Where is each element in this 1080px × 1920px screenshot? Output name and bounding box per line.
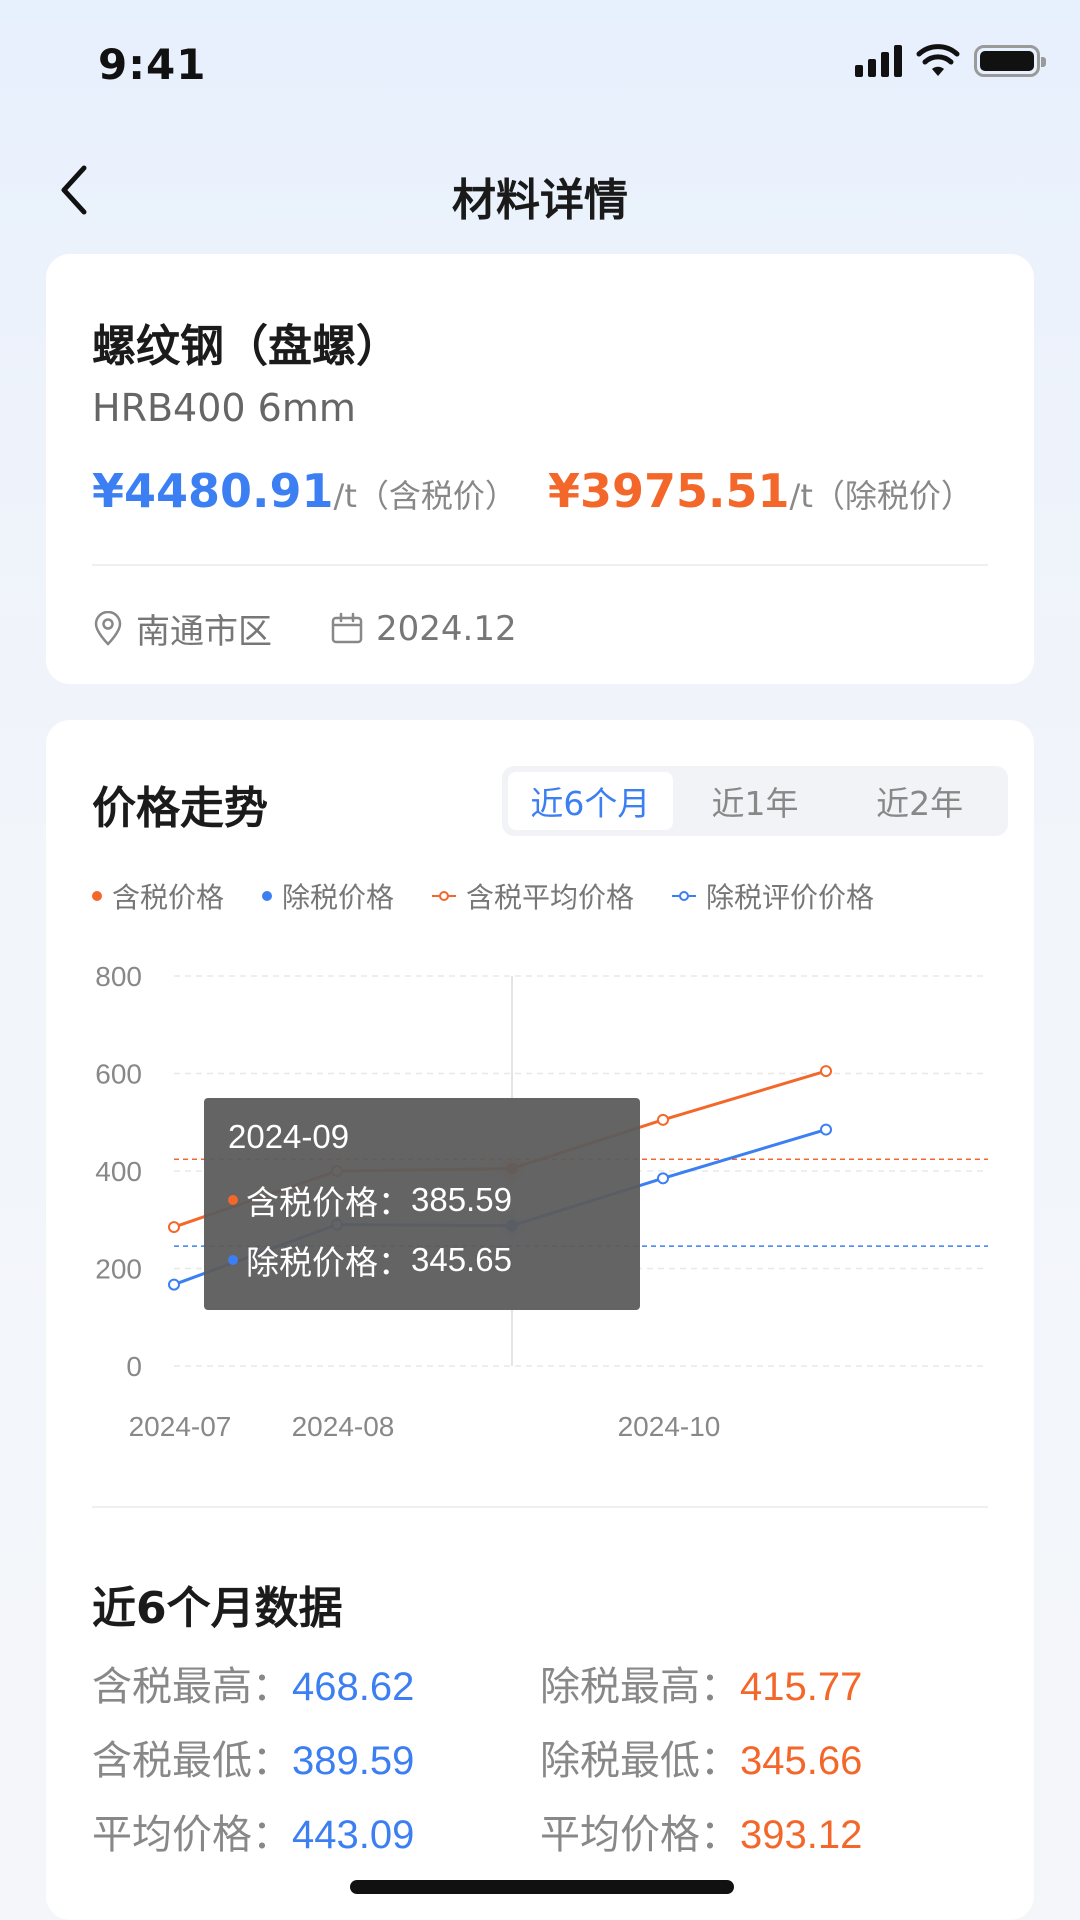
date-text: 2024.12	[376, 608, 517, 649]
stat-item: 平均价格：443.09	[92, 1802, 414, 1860]
legend-item-notax[interactable]: 除税价格	[262, 876, 394, 916]
location-text: 南通市区	[136, 612, 272, 652]
price-with-tax-unit: /t（含税价）	[333, 477, 517, 515]
stats-row: 平均价格：443.09 平均价格：393.12	[92, 1802, 992, 1862]
tab-2-years[interactable]: 近2年	[837, 772, 1002, 830]
price-with-tax-value: ¥4480.91	[92, 464, 334, 518]
material-name: 螺纹钢（盘螺）	[92, 321, 400, 372]
stats-row: 含税最低：389.59 除税最低：345.66	[92, 1728, 992, 1788]
legend-item-tax-avg[interactable]: 含税平均价格	[432, 876, 634, 916]
legend-label: 含税价格	[112, 881, 225, 914]
tooltip-dot-icon	[228, 1255, 238, 1265]
data-point	[168, 1278, 180, 1291]
status-bar: 9:41	[0, 0, 1080, 130]
battery-icon	[974, 45, 1046, 77]
signal-icon	[855, 45, 902, 77]
stat-value: 393.12	[740, 1813, 863, 1857]
stat-item: 含税最低：389.59	[92, 1728, 414, 1786]
legend-label: 除税价格	[282, 881, 395, 914]
stat-label: 除税最低：	[540, 1738, 740, 1784]
location: 南通市区	[92, 604, 272, 653]
stats-title: 近6个月数据	[92, 1583, 343, 1634]
price-without-tax-value: ¥3975.51	[548, 464, 790, 518]
price-with-tax: ¥4480.91/t（含税价）	[92, 464, 517, 518]
stat-value: 415.77	[740, 1665, 863, 1709]
divider	[92, 564, 988, 566]
tooltip-value: 345.65	[411, 1241, 512, 1278]
wifi-icon	[916, 44, 960, 76]
calendar-icon	[331, 612, 363, 643]
y-tick-label: 400	[95, 1156, 142, 1187]
meta-row: 南通市区 2024.12	[92, 604, 575, 653]
tooltip-dot-icon	[228, 1195, 238, 1205]
stat-value: 345.66	[740, 1739, 863, 1783]
legend-dot-icon	[262, 891, 273, 901]
stat-value: 468.62	[292, 1665, 415, 1709]
stat-item: 平均价格：393.12	[540, 1802, 862, 1860]
x-tick-label: 2024-08	[292, 1411, 395, 1442]
x-tick-label: 2024-10	[618, 1411, 721, 1442]
price-date: 2024.12	[330, 609, 517, 649]
trend-title: 价格走势	[92, 783, 268, 834]
material-info-card: 螺纹钢（盘螺） HRB400 6mm ¥4480.91/t（含税价） ¥3975…	[46, 254, 1034, 684]
location-pin-icon	[94, 610, 122, 646]
tooltip-row-notax: 除税价格： 345.65	[228, 1230, 616, 1290]
legend-line-icon	[432, 891, 457, 901]
stat-label: 含税最高：	[92, 1664, 292, 1710]
data-point	[657, 1113, 669, 1126]
material-spec: HRB400 6mm	[92, 386, 356, 430]
tooltip-row-tax: 含税价格： 385.59	[228, 1170, 616, 1230]
divider	[92, 1506, 988, 1508]
legend-item-notax-avg[interactable]: 除税评价价格	[672, 876, 874, 916]
y-tick-label: 0	[126, 1351, 142, 1382]
price-without-tax-unit: /t（除税价）	[789, 477, 973, 515]
data-point	[657, 1172, 669, 1185]
status-icons	[855, 44, 1046, 78]
page-title: 材料详情	[452, 175, 628, 226]
stat-label: 含税最低：	[92, 1738, 292, 1784]
legend-line-icon	[672, 891, 697, 901]
price-without-tax: ¥3975.51/t（除税价）	[548, 464, 973, 518]
nav-bar: 材料详情	[0, 150, 1080, 230]
price-row: ¥4480.91/t（含税价） ¥3975.51/t（除税价）	[92, 464, 992, 524]
legend-label: 含税平均价格	[466, 881, 635, 914]
tooltip-value: 385.59	[411, 1181, 512, 1218]
tooltip-date: 2024-09	[228, 1118, 350, 1155]
y-tick-label: 600	[95, 1059, 142, 1090]
legend-dot-icon	[92, 891, 102, 901]
chart-tooltip: 2024-09 含税价格： 385.59 除税价格： 345.65	[204, 1098, 640, 1310]
stats-row: 含税最高：468.62 除税最高：415.77	[92, 1654, 992, 1714]
data-point	[820, 1065, 832, 1078]
legend-label: 除税评价价格	[706, 881, 875, 914]
price-trend-card: 价格走势 近6个月 近1年 近2年 含税价格 除税价格 含税平均价格 除税评价价…	[46, 720, 1034, 1920]
chart-legend: 含税价格 除税价格 含税平均价格 除税评价价格	[92, 876, 912, 916]
data-point	[168, 1221, 180, 1234]
x-tick-label: 2024-07	[129, 1411, 232, 1442]
data-point	[820, 1123, 832, 1136]
range-tabs: 近6个月 近1年 近2年	[502, 766, 1008, 836]
stat-value: 443.09	[292, 1813, 415, 1857]
legend-item-tax[interactable]: 含税价格	[92, 876, 224, 916]
stat-item: 除税最低：345.66	[540, 1728, 862, 1786]
stat-item: 除税最高：415.77	[540, 1654, 862, 1712]
status-time: 9:41	[98, 40, 207, 89]
stat-item: 含税最高：468.62	[92, 1654, 414, 1712]
stat-label: 平均价格：	[92, 1812, 292, 1858]
tab-6-months[interactable]: 近6个月	[508, 772, 673, 830]
y-tick-label: 800	[95, 961, 142, 992]
y-tick-label: 200	[95, 1254, 142, 1285]
tooltip-label: 除税价格：	[246, 1243, 411, 1282]
tooltip-label: 含税价格：	[246, 1183, 411, 1222]
stat-label: 除税最高：	[540, 1664, 740, 1710]
tab-1-year[interactable]: 近1年	[673, 772, 838, 830]
stat-label: 平均价格：	[540, 1812, 740, 1858]
stat-value: 389.59	[292, 1739, 415, 1783]
home-indicator	[350, 1880, 734, 1894]
